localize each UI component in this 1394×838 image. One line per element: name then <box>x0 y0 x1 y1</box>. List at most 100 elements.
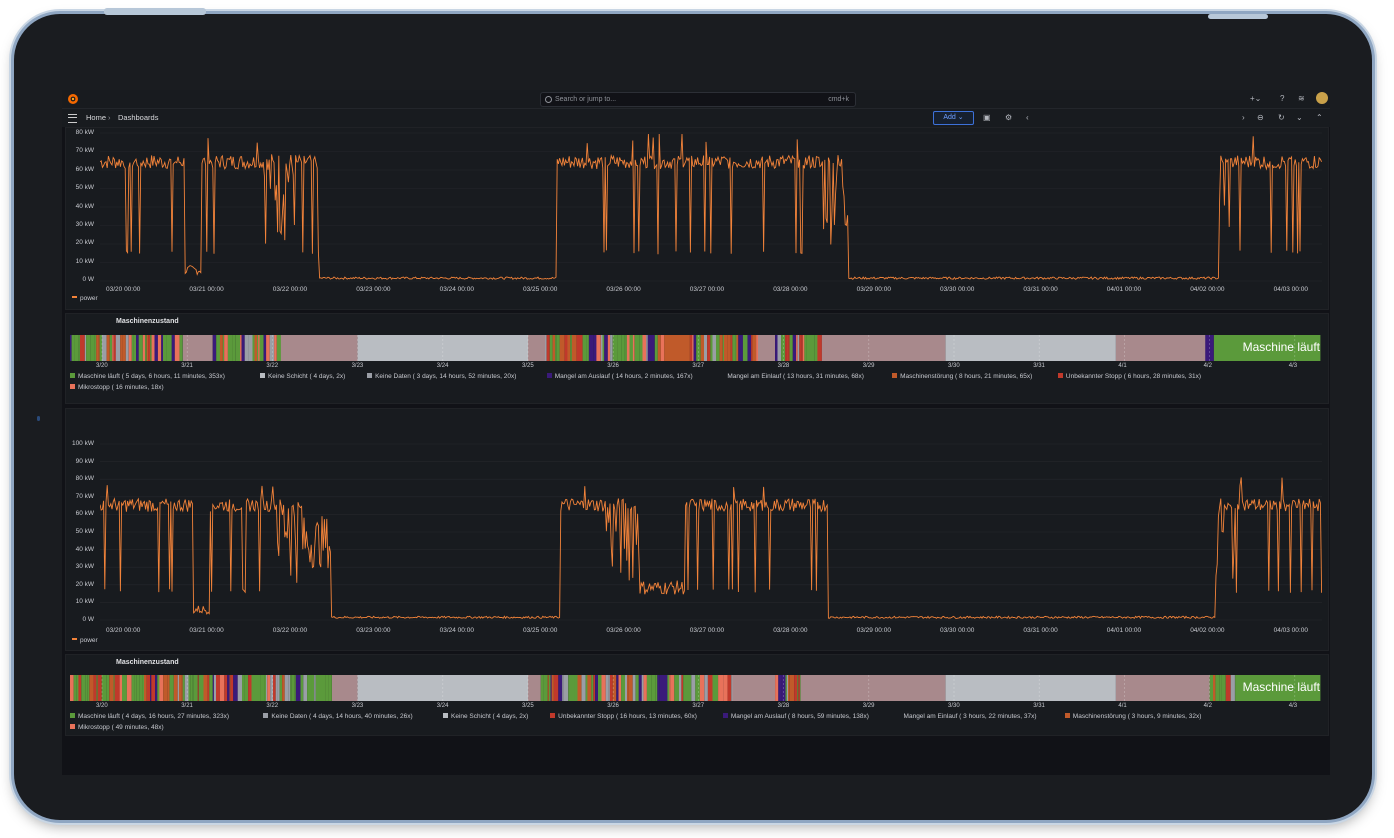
state-legend-item[interactable]: Keine Schicht ( 4 days, 2x) <box>443 713 528 720</box>
x-tick-label: 4/3 <box>1288 363 1298 369</box>
chevron-right-icon[interactable]: › <box>1242 113 1245 122</box>
state-band <box>98 335 100 361</box>
x-tick-label: 4/3 <box>1288 703 1298 709</box>
y-tick-label: 60 kW <box>75 510 94 518</box>
state-band <box>307 675 312 701</box>
state-band <box>192 675 194 701</box>
state-band <box>732 335 736 361</box>
state-legend-item[interactable]: Mikrostopp ( 49 minutes, 48x) <box>70 724 164 731</box>
state-band <box>552 335 556 361</box>
tablet-volume-button <box>1208 14 1268 19</box>
state-legend-item[interactable]: Unbekannter Stopp ( 16 hours, 13 minutes… <box>550 713 697 720</box>
legend-swatch <box>550 713 556 718</box>
state-legend-item[interactable]: Maschine läuft ( 4 days, 16 hours, 27 mi… <box>70 713 229 720</box>
legend-power-2[interactable]: power <box>72 637 98 644</box>
state-bands <box>70 675 1321 701</box>
state-band <box>282 675 285 701</box>
legend-power-1[interactable]: power <box>72 295 98 302</box>
y-tick-label: 20 kW <box>75 239 94 247</box>
state-legend-item[interactable]: Maschine läuft ( 5 days, 6 hours, 11 min… <box>70 373 225 380</box>
grafana-logo-icon[interactable] <box>66 92 80 106</box>
state-legend-item[interactable]: Mangel am Einlauf ( 3 hours, 22 minutes,… <box>896 713 1037 720</box>
state-band <box>775 335 778 361</box>
state-band <box>161 335 163 361</box>
state-band <box>562 675 564 701</box>
x-tick-label: 3/29 <box>862 363 875 369</box>
help-icon[interactable]: ? <box>1280 94 1284 103</box>
state-band <box>133 335 137 361</box>
refresh-interval-chevron-icon[interactable]: ⌄ <box>1296 113 1303 122</box>
chevron-left-icon[interactable]: ‹ <box>1026 113 1029 122</box>
state-legend-item[interactable]: Mikrostopp ( 16 minutes, 18x) <box>70 384 164 391</box>
collapse-chevron-up-icon[interactable]: ⌃ <box>1316 113 1323 122</box>
state-legend-item[interactable]: Maschinenstörung ( 8 hours, 21 minutes, … <box>892 373 1032 380</box>
zoom-out-icon[interactable]: ⊖ <box>1257 113 1264 122</box>
state-legend-item[interactable]: Mangel am Auslauf ( 8 hours, 59 minutes,… <box>722 713 869 720</box>
avatar[interactable] <box>1316 92 1328 104</box>
breadcrumb-separator-icon: › <box>108 113 111 122</box>
state-band <box>657 675 660 701</box>
y-tick-label: 40 kW <box>75 545 94 553</box>
state-band <box>80 335 85 361</box>
x-tick-label: 03/27 00:00 <box>689 286 725 293</box>
refresh-icon[interactable]: ↻ <box>1278 113 1285 122</box>
new-plus-icon[interactable]: +⌄ <box>1250 94 1261 103</box>
state-band <box>174 335 180 361</box>
state-band <box>558 675 563 701</box>
state-band <box>692 335 694 361</box>
state-legend-item[interactable]: Keine Daten ( 3 days, 14 hours, 52 minut… <box>367 373 516 380</box>
state-band <box>553 675 559 701</box>
add-button[interactable]: Add ⌄ <box>933 111 974 125</box>
state-band <box>89 675 94 701</box>
state-band <box>777 335 782 361</box>
state-band <box>136 335 139 361</box>
state-legend-item[interactable]: Keine Schicht ( 4 days, 2x) <box>259 373 345 380</box>
legend-swatch <box>1064 713 1070 718</box>
state-band <box>70 335 72 361</box>
state-band <box>276 335 281 361</box>
power-chart-1[interactable] <box>100 128 1322 286</box>
power-series-line[interactable] <box>100 133 1322 281</box>
state-band <box>284 675 289 701</box>
state-band <box>74 335 79 361</box>
breadcrumb-dashboards[interactable]: Dashboards <box>118 113 158 122</box>
state-legend-item[interactable]: Keine Daten ( 4 days, 14 hours, 40 minut… <box>263 713 413 720</box>
state-band <box>256 675 261 701</box>
state-band <box>169 675 174 701</box>
state-band <box>151 675 155 701</box>
state-legend-item[interactable]: Mangel am Einlauf ( 13 hours, 31 minutes… <box>719 373 864 380</box>
power-series-line[interactable] <box>100 477 1322 620</box>
state-band <box>157 675 160 701</box>
state-legend-item[interactable]: Mangel am Auslauf ( 14 hours, 2 minutes,… <box>546 373 693 380</box>
state-band <box>618 675 622 701</box>
settings-gear-icon[interactable]: ⚙ <box>1005 113 1012 122</box>
state-band <box>555 335 557 361</box>
power-chart-2[interactable] <box>100 439 1322 625</box>
state-band <box>588 335 594 361</box>
state-band <box>258 335 260 361</box>
legend-label: Maschinenstörung ( 8 hours, 21 minutes, … <box>900 373 1033 380</box>
menu-icon[interactable] <box>68 114 77 123</box>
save-icon[interactable]: ▣ <box>983 113 991 122</box>
search-input[interactable]: Search or jump to... cmd+k <box>540 92 856 107</box>
y-tick-label: 0 W <box>82 276 94 283</box>
state-legend-item[interactable]: Unbekannter Stopp ( 6 hours, 28 minutes,… <box>1057 373 1201 380</box>
state-band <box>663 675 668 701</box>
breadcrumb-home[interactable]: Home <box>86 113 106 122</box>
state-band <box>78 675 82 701</box>
state-band <box>800 675 946 701</box>
news-rss-icon[interactable]: ≋ <box>1298 94 1305 103</box>
state-band <box>291 675 295 701</box>
state-band <box>219 335 223 361</box>
power-panel-2: 100 kW 90 kW 80 kW 70 kW 60 kW 50 kW 40 kW 30 k… <box>65 408 1329 651</box>
state-timeline-2[interactable]: Maschine läuft <box>70 675 1322 701</box>
legend-label: Unbekannter Stopp ( 16 hours, 13 minutes… <box>558 713 697 720</box>
x-tick-label: 3/22 <box>266 363 279 369</box>
state-band <box>683 675 687 701</box>
state-band <box>657 335 661 361</box>
state-legend-item[interactable]: Maschinenstörung ( 3 hours, 9 minutes, 3… <box>1064 713 1201 720</box>
state-band <box>587 675 592 701</box>
legend-swatch <box>719 373 724 378</box>
legend-label: Mangel am Auslauf ( 8 hours, 59 minutes,… <box>730 713 869 720</box>
state-timeline-1[interactable]: Maschine läuft <box>70 335 1322 361</box>
